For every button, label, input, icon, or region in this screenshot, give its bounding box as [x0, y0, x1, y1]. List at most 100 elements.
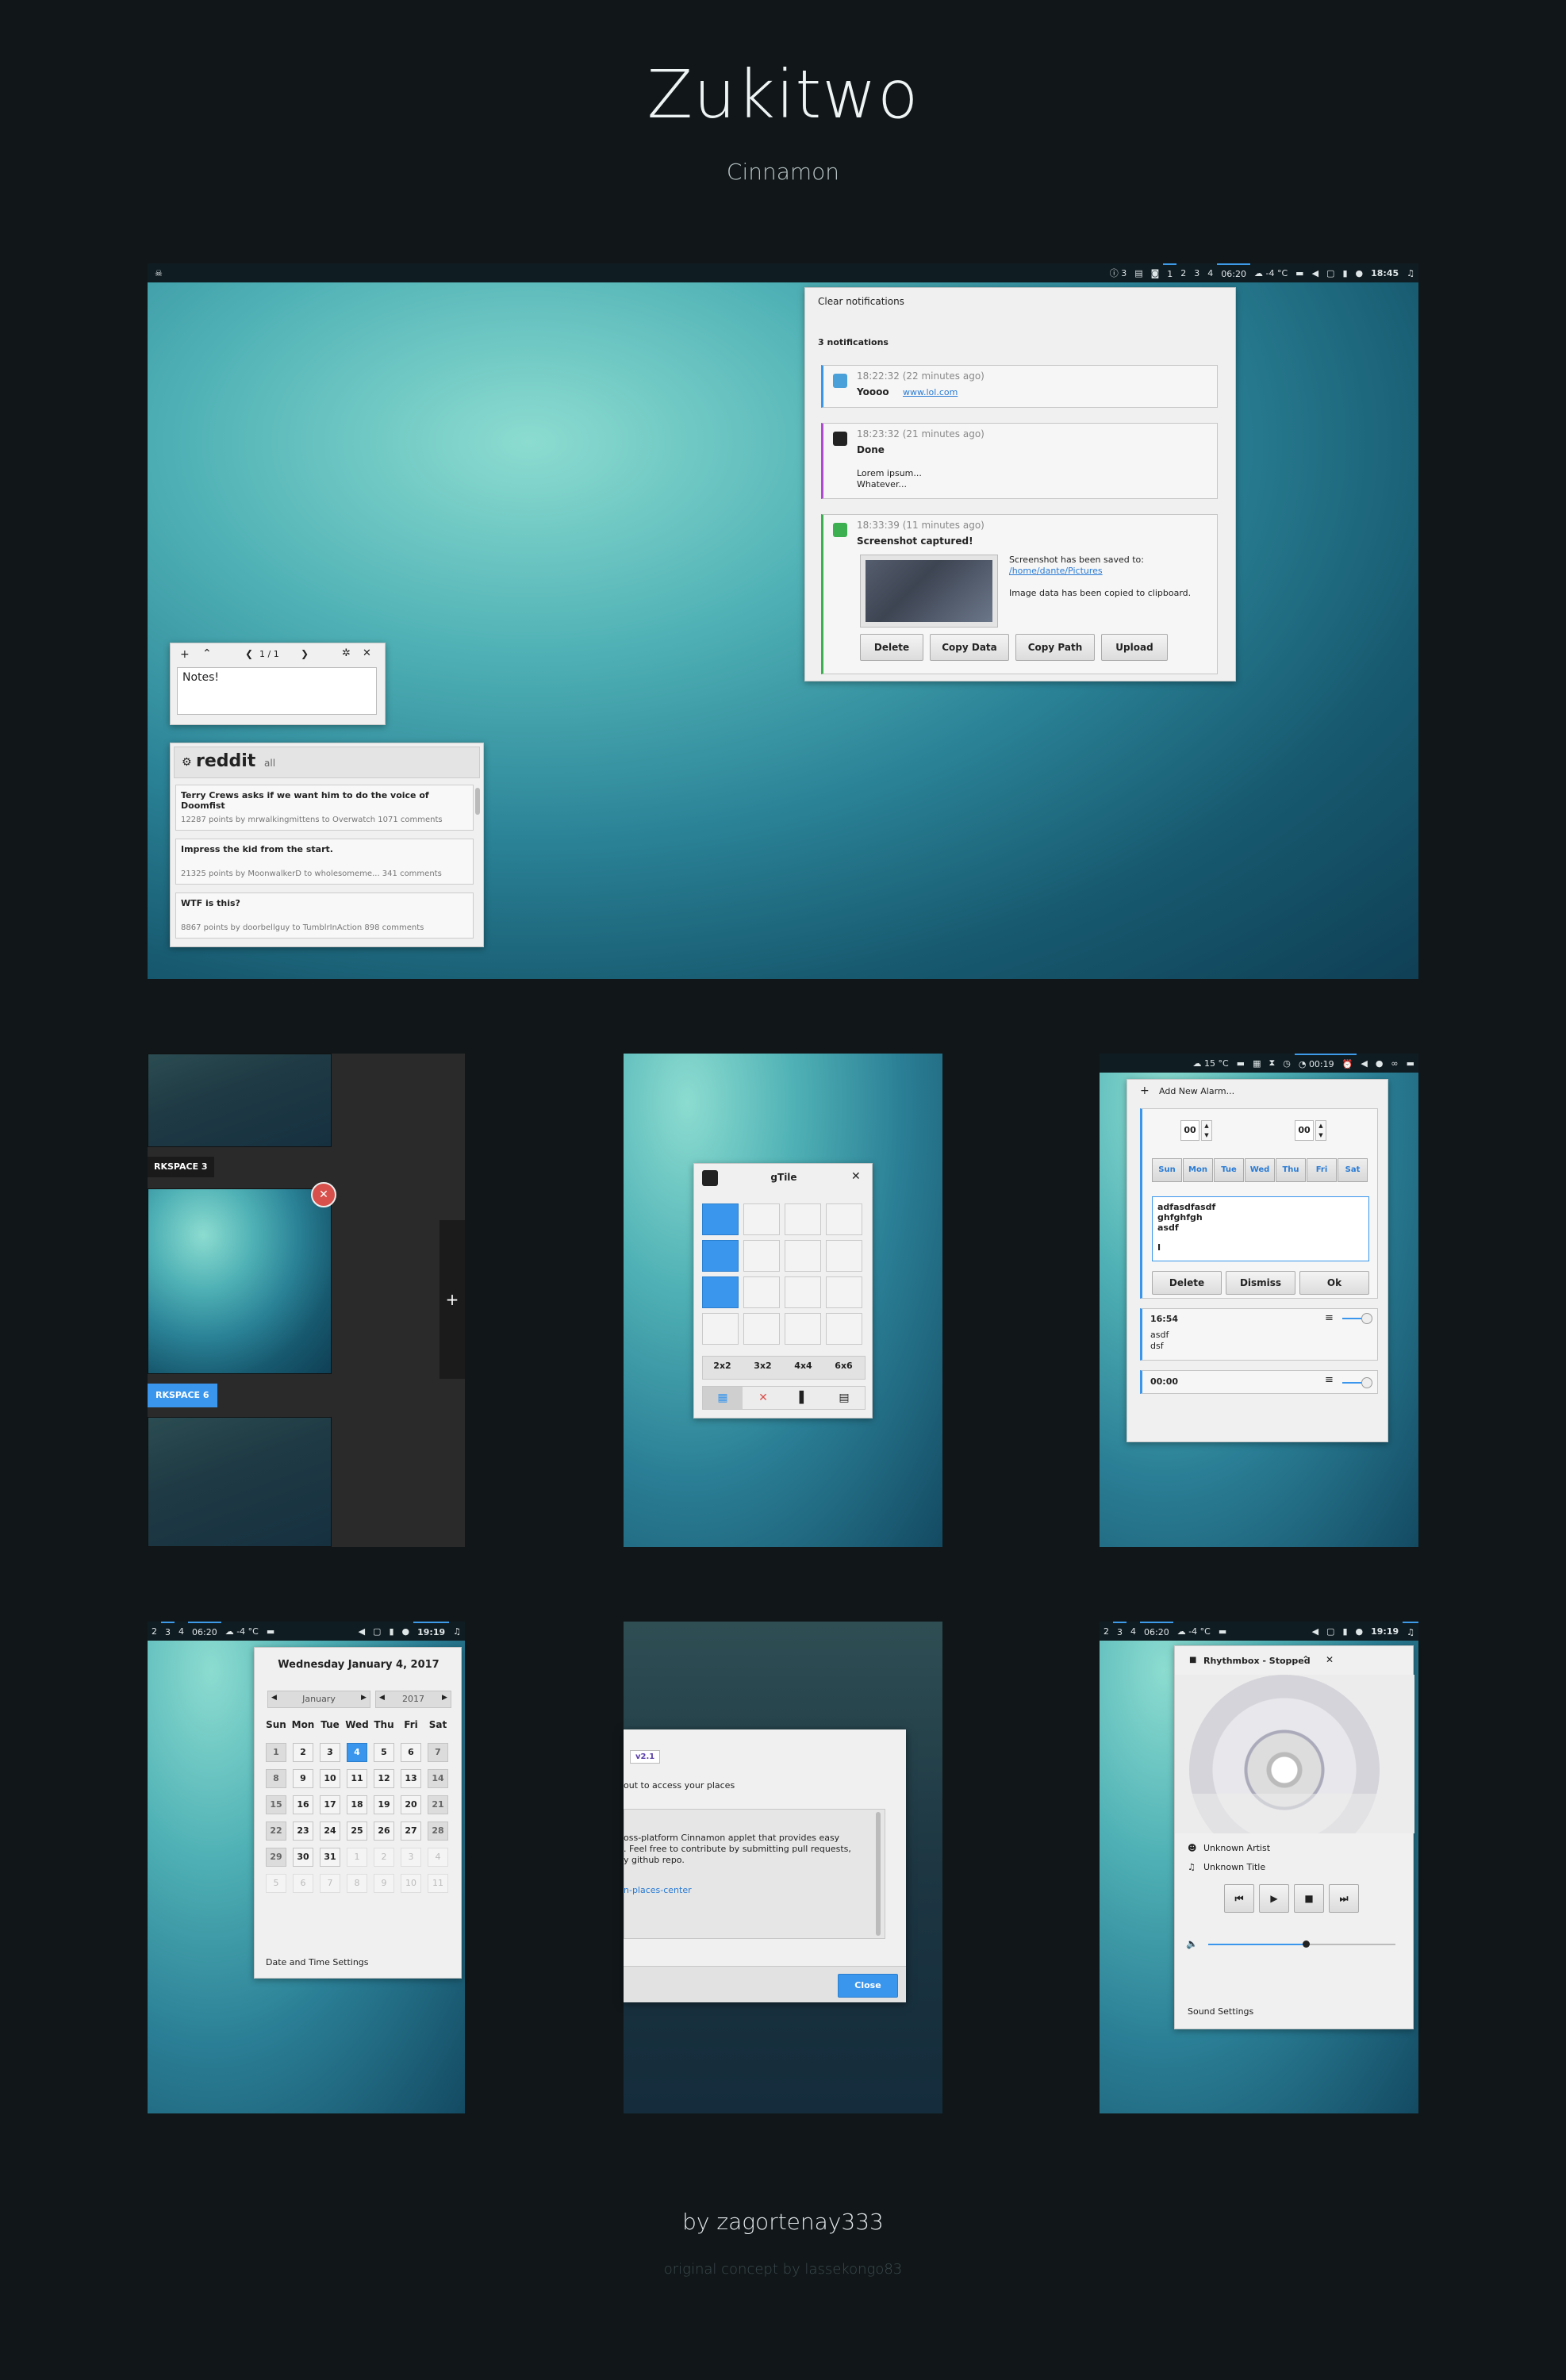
calendar-day[interactable]: 11 — [347, 1769, 367, 1788]
calendar-day[interactable]: 7 — [428, 1743, 448, 1762]
notification-icon[interactable]: ⓘ 3 — [1106, 263, 1131, 282]
timer-applet[interactable]: ◔ 00:19 — [1294, 1054, 1338, 1073]
calendar-day[interactable]: 16 — [293, 1795, 313, 1814]
add-workspace-button[interactable]: + — [439, 1220, 465, 1379]
copy-data-button[interactable]: Copy Data — [930, 634, 1009, 661]
volume-slider[interactable] — [1208, 1940, 1395, 1948]
calendar-day[interactable]: 6 — [293, 1874, 313, 1893]
user-icon[interactable]: ● — [398, 1622, 414, 1641]
folder-icon[interactable]: ▬ — [1292, 263, 1307, 282]
alarm-note-input[interactable]: adfasdfasdf ghfghfgh asdf I — [1152, 1196, 1369, 1261]
scrollbar[interactable] — [475, 788, 480, 815]
grid-settings-icon[interactable]: ▤ — [824, 1387, 864, 1409]
grid-cell[interactable] — [785, 1276, 821, 1308]
grid-cell[interactable] — [702, 1313, 739, 1345]
grid-cell[interactable] — [826, 1276, 862, 1308]
chevron-right-icon[interactable]: ❯ — [301, 648, 309, 659]
preset-4x4[interactable]: 4x4 — [783, 1361, 823, 1371]
subreddit[interactable]: all — [264, 758, 275, 769]
calendar-day[interactable]: 8 — [266, 1769, 286, 1788]
calendar-day[interactable]: 31 — [320, 1848, 340, 1867]
calendar-day[interactable]: 19 — [374, 1795, 394, 1814]
minute-stepper[interactable]: ▲ ▼ — [1315, 1120, 1326, 1141]
notification-item[interactable]: 18:23:32 (21 minutes ago) Done Lorem ips… — [821, 423, 1218, 499]
clock[interactable]: 19:19 — [1367, 1622, 1403, 1641]
calendar-day[interactable]: 3 — [320, 1743, 340, 1762]
tile-window-button[interactable]: ▦ — [703, 1387, 743, 1409]
chevron-left-icon[interactable]: ◀ — [1357, 1054, 1371, 1073]
notification-item[interactable]: 18:33:39 (11 minutes ago) Screenshot cap… — [821, 514, 1218, 674]
calendar-day[interactable]: 6 — [401, 1743, 421, 1762]
day-toggle-wed[interactable]: Wed — [1245, 1158, 1275, 1182]
notification-link[interactable]: www.lol.com — [903, 387, 958, 397]
calendar-day[interactable]: 18 — [347, 1795, 367, 1814]
dismiss-button[interactable]: Dismiss — [1226, 1271, 1295, 1295]
grid-cell[interactable] — [743, 1313, 780, 1345]
calendar-day[interactable]: 27 — [401, 1821, 421, 1841]
timer-applet[interactable]: 06:20 — [1140, 1622, 1173, 1641]
alarm-item[interactable]: 16:54 asdf dsf ≡ — [1140, 1308, 1378, 1361]
day-toggle-tue[interactable]: Tue — [1214, 1158, 1244, 1182]
weather-applet[interactable]: ☁ -4 °C — [1250, 263, 1292, 282]
camera-icon[interactable]: ◙ — [1147, 263, 1164, 282]
grid-cell[interactable] — [785, 1240, 821, 1272]
hour-stepper[interactable]: ▲ ▼ — [1201, 1120, 1212, 1141]
chevron-up-icon[interactable]: ⌃ — [202, 647, 212, 660]
reddit-post[interactable]: Terry Crews asks if we want him to do th… — [175, 785, 474, 831]
workspace-4[interactable]: 4 — [175, 1622, 188, 1641]
delete-button[interactable]: Delete — [860, 634, 923, 661]
close-icon[interactable]: ✕ — [1326, 1654, 1334, 1665]
user-icon[interactable]: ● — [1352, 1622, 1368, 1641]
workspace-thumbnail[interactable] — [148, 1188, 332, 1374]
layout-icon[interactable]: ▌ — [784, 1387, 823, 1409]
day-toggle-fri[interactable]: Fri — [1307, 1158, 1337, 1182]
clock[interactable]: 19:19 — [413, 1622, 450, 1641]
upload-button[interactable]: Upload — [1101, 634, 1168, 661]
music-icon[interactable]: ♫ — [1403, 263, 1418, 282]
calendar-day[interactable]: 13 — [401, 1769, 421, 1788]
calendar-day[interactable]: 3 — [401, 1848, 421, 1867]
folder-icon[interactable]: ▬ — [1403, 1054, 1418, 1073]
calendar-day[interactable]: 7 — [320, 1874, 340, 1893]
alarm-clock-icon[interactable]: ⏰ — [1338, 1054, 1357, 1073]
folder-icon[interactable]: ▬ — [1233, 1054, 1249, 1073]
close-icon[interactable]: ✕ — [311, 1182, 336, 1207]
folder-icon[interactable]: ▬ — [263, 1622, 278, 1641]
calendar-day[interactable]: 4 — [428, 1848, 448, 1867]
delete-button[interactable]: Delete — [1152, 1271, 1222, 1295]
reddit-post[interactable]: Impress the kid from the start. 21325 po… — [175, 839, 474, 885]
workspace-4[interactable]: 4 — [1203, 263, 1217, 282]
day-toggle-thu[interactable]: Thu — [1276, 1158, 1306, 1182]
calendar-day[interactable]: 10 — [401, 1874, 421, 1893]
calendar-day[interactable]: 30 — [293, 1848, 313, 1867]
menu-icon[interactable]: ≡ — [1325, 1312, 1334, 1324]
chevron-left-icon[interactable]: ◀ — [355, 1622, 369, 1641]
calendar-day[interactable]: 12 — [374, 1769, 394, 1788]
notification-item[interactable]: 18:22:32 (22 minutes ago) Yoooo www.lol.… — [821, 365, 1218, 408]
workspace-2[interactable]: 2 — [1100, 1622, 1113, 1641]
add-icon[interactable]: + — [1140, 1084, 1150, 1097]
next-month-icon[interactable]: ▶ — [361, 1694, 367, 1702]
link-icon[interactable]: ∞ — [1387, 1054, 1402, 1073]
play-button[interactable]: ▶ — [1259, 1884, 1289, 1913]
calendar-day[interactable]: 1 — [266, 1743, 286, 1762]
grid-cell[interactable] — [826, 1203, 862, 1235]
workspace-3[interactable]: 3 — [161, 1622, 175, 1641]
grid-cell[interactable] — [702, 1203, 739, 1235]
clipboard-icon[interactable]: ▤ — [1130, 263, 1146, 282]
close-icon[interactable]: ✕ — [363, 647, 371, 659]
workspace-thumbnail[interactable] — [148, 1054, 332, 1147]
calendar-day[interactable]: 2 — [374, 1848, 394, 1867]
workspace-4[interactable]: 4 — [1127, 1622, 1140, 1641]
folder-icon[interactable]: ▬ — [1215, 1622, 1230, 1641]
calendar-day[interactable]: 29 — [266, 1848, 286, 1867]
next-button[interactable]: ⏭ — [1329, 1884, 1359, 1913]
window-icon[interactable]: ▢ — [1322, 1622, 1338, 1641]
user-icon[interactable]: ● — [1372, 1054, 1388, 1073]
date-time-settings-link[interactable]: Date and Time Settings — [266, 1957, 369, 1967]
calendar-day[interactable]: 5 — [266, 1874, 286, 1893]
calendar-day[interactable]: 22 — [266, 1821, 286, 1841]
calendar-day[interactable]: 8 — [347, 1874, 367, 1893]
calendar-day[interactable]: 25 — [347, 1821, 367, 1841]
calendar-icon[interactable]: ▦ — [1249, 1054, 1265, 1073]
